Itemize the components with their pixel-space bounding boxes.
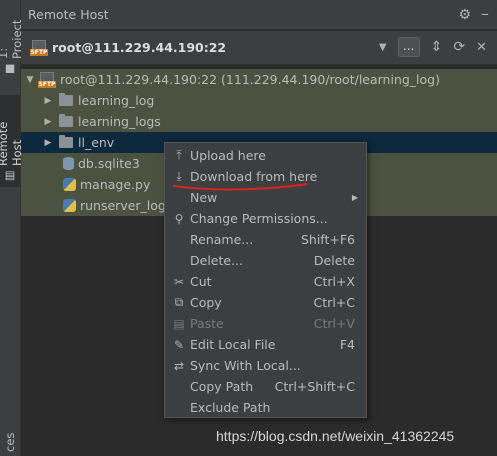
menu-item-edit-local-file[interactable]: ✎ Edit Local File F4 [165,334,366,355]
menu-item-copy-path[interactable]: Copy Path Ctrl+Shift+C [165,376,366,397]
close-icon[interactable]: ✕ [476,40,487,55]
sync-icon: ⇄ [173,358,185,373]
panel-title: Remote Host [28,7,109,22]
submenu-arrow-icon: ▶ [351,193,358,202]
tree-item-label: runserver_log [80,198,166,213]
remote-host-icon: ▤ [3,170,17,183]
upload-icon: ⤒ [176,148,182,162]
menu-item-label: New [190,190,218,205]
tree-item-label: learning_logs [78,114,161,129]
menu-item-copy[interactable]: ⧉ Copy Ctrl+C [165,292,366,313]
tree-item-learning-log[interactable]: ▶ learning_log [21,90,497,111]
refresh-icon[interactable]: ⟳ [453,39,465,55]
menu-item-delete[interactable]: Delete... Delete [165,250,366,271]
host-selector[interactable]: root@111.229.44.190:22 [52,40,226,55]
menu-item-shortcut: Ctrl+X [313,274,355,289]
tree-root[interactable]: ▼ SFTP root@111.229.44.190:22 (111.229.4… [21,69,497,90]
menu-item-paste[interactable]: ▤ Paste Ctrl+V [165,313,366,334]
tool-window-strip: ■ 1: Project ▤ Remote Host ces [0,0,24,456]
menu-item-label: Rename... [190,232,254,247]
minimize-icon[interactable]: – [481,6,489,23]
dropdown-arrow-icon[interactable]: ▼ [379,42,387,53]
menu-item-cut[interactable]: ✂ Cut Ctrl+X [165,271,366,292]
sftp-icon: SFTP [37,71,57,88]
database-file-icon [63,157,74,170]
menu-item-shortcut: Ctrl+V [313,316,355,331]
menu-item-label: Change Permissions... [190,211,328,226]
host-toolbar: SFTP root@111.229.44.190:22 ▼ ... ⇕ ⟳ ✕ [21,31,497,64]
menu-item-shortcut: Shift+F6 [300,232,355,247]
chevron-right-icon[interactable]: ▶ [43,117,53,127]
menu-item-change-permissions[interactable]: ⚲ Change Permissions... [165,208,366,229]
gear-icon[interactable]: ⚙ [458,7,471,23]
watermark: https://blog.csdn.net/weixin_41362245 [216,428,455,444]
menu-item-shortcut: F4 [339,337,355,352]
key-icon: ⚲ [174,211,184,226]
tab-remote-host[interactable]: ▤ Remote Host [0,95,24,187]
menu-item-shortcut: Ctrl+Shift+C [274,379,355,394]
chevron-down-icon[interactable]: ▼ [25,75,35,85]
folder-icon [59,93,73,106]
scissors-icon: ✂ [173,274,185,289]
tab-project[interactable]: ■ 1: Project [0,8,24,80]
annotation-underline [173,183,307,191]
menu-item-label: Cut [190,274,212,289]
menu-item-label: Copy Path [190,379,254,394]
menu-item-label: Sync With Local... [190,358,301,373]
folder-icon [59,114,73,127]
edit-icon: ✎ [173,337,185,352]
sftp-icon: SFTP [29,39,49,56]
tree-item-label: manage.py [80,177,151,192]
menu-item-label: Copy [190,295,222,310]
tree-item-label: ll_env [78,135,115,150]
tab-bottom[interactable]: ces [0,428,20,456]
tree-root-label: root@111.229.44.190:22 (111.229.44.190/r… [60,72,440,87]
python-file-icon [63,199,76,212]
menu-item-label: Exclude Path [190,400,271,415]
panel-title-bar: Remote Host ⚙ – [21,0,497,30]
chevron-right-icon[interactable]: ▶ [43,138,53,148]
menu-item-rename[interactable]: Rename... Shift+F6 [165,229,366,250]
menu-item-label: Upload here [190,148,266,163]
chevron-right-icon[interactable]: ▶ [43,96,53,106]
menu-item-shortcut: Delete [313,253,355,268]
tree-item-label: learning_log [78,93,155,108]
tree-item-learning-logs[interactable]: ▶ learning_logs [21,111,497,132]
folder-icon: ■ [3,63,17,76]
folder-icon [59,135,73,148]
menu-item-label: Delete... [190,253,243,268]
menu-item-upload-here[interactable]: ⤒ Upload here [165,145,366,166]
tree-item-label: db.sqlite3 [78,156,140,171]
menu-item-label: Edit Local File [190,337,276,352]
menu-item-shortcut: Ctrl+C [313,295,355,310]
menu-item-label: Paste [190,316,224,331]
tab-bottom-label: ces [3,432,17,452]
menu-item-exclude-path[interactable]: Exclude Path [165,397,366,418]
paste-icon: ▤ [173,316,185,331]
python-file-icon [63,178,76,191]
menu-item-sync-with-local[interactable]: ⇄ Sync With Local... [165,355,366,376]
browse-button[interactable]: ... [397,37,420,57]
collapse-icon[interactable]: ⇕ [431,39,443,55]
copy-icon: ⧉ [174,295,184,309]
